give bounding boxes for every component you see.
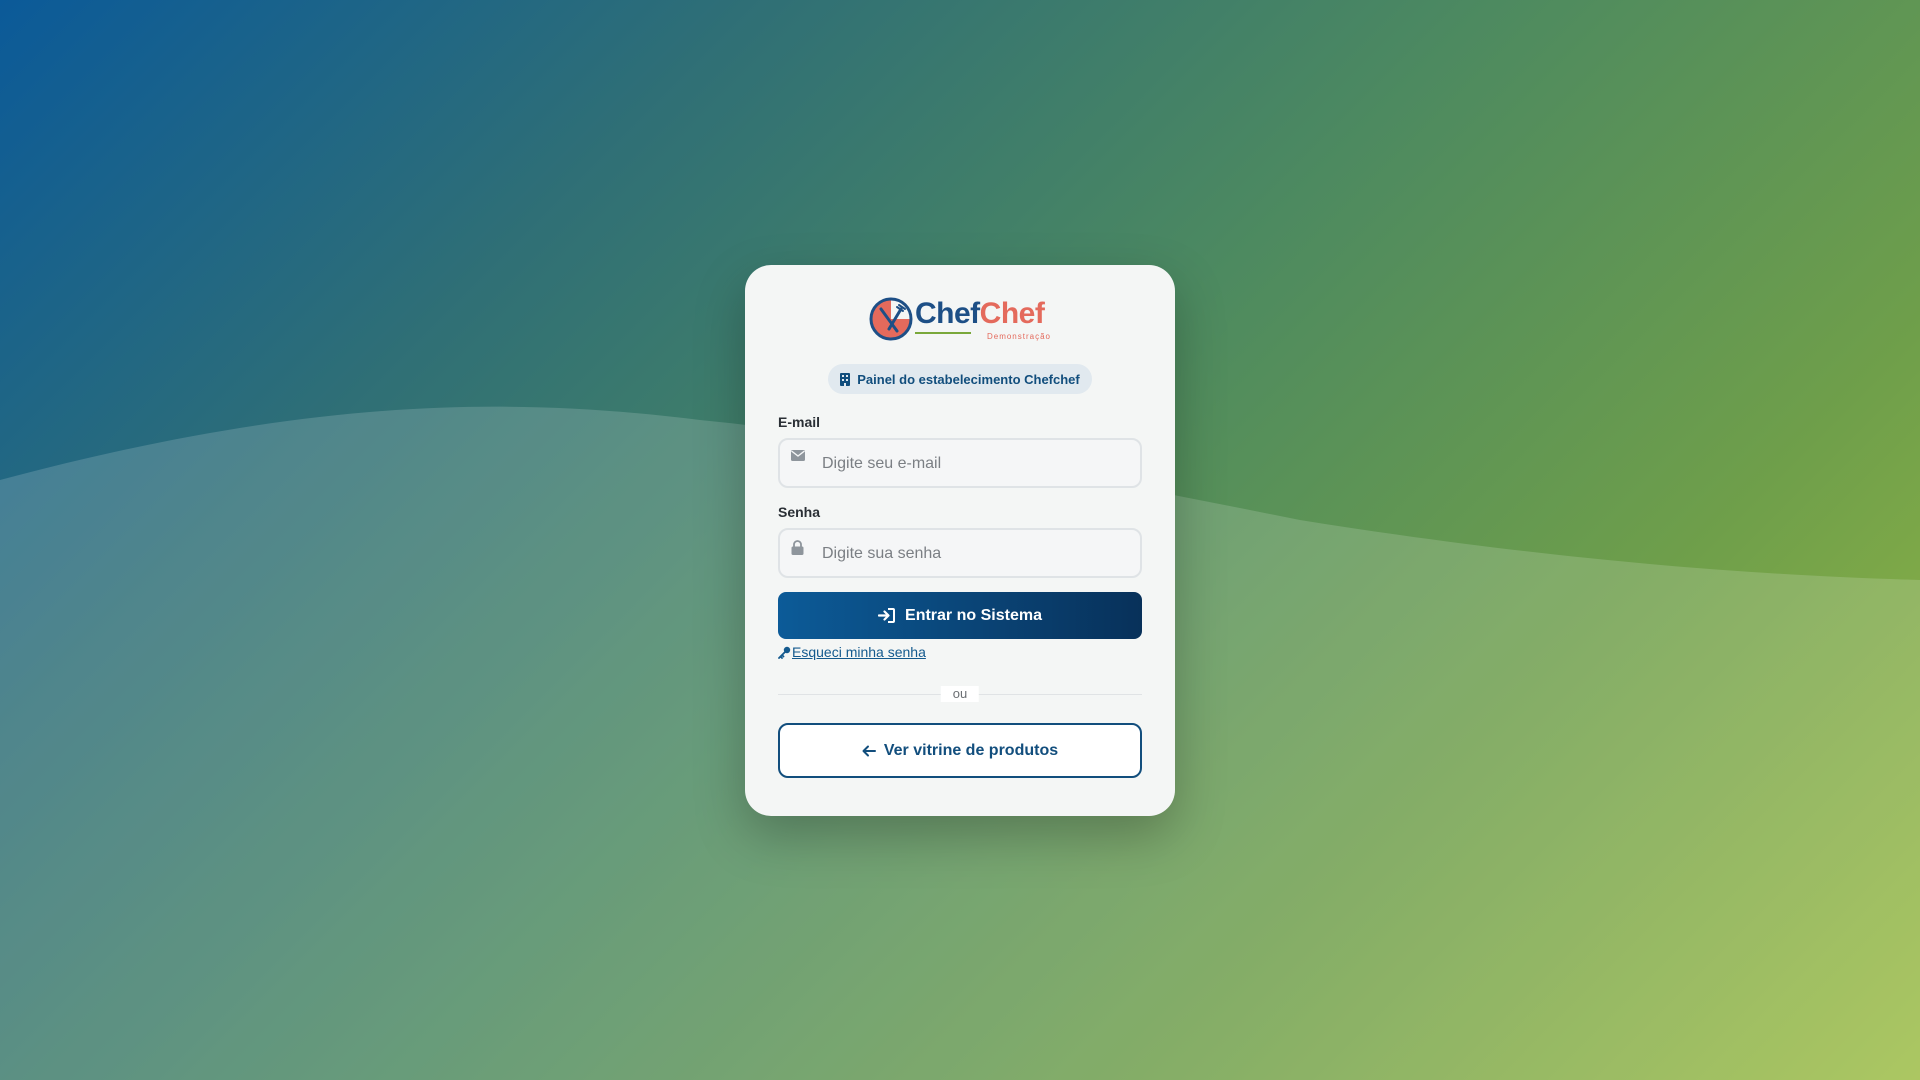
logo-subtitle: Demonstração	[986, 332, 1051, 341]
view-products-button[interactable]: Ver vitrine de produtos	[778, 723, 1142, 778]
password-label: Senha	[778, 504, 821, 520]
login-card: ChefChef Demonstração Painel do estabele…	[745, 265, 1175, 816]
logo-word-first: Chef	[915, 297, 980, 330]
email-field-wrapper	[778, 438, 1142, 488]
badge-label: Painel do estabelecimento Chefchef	[857, 371, 1080, 387]
email-input[interactable]	[820, 440, 1134, 488]
email-label: E-mail	[778, 414, 821, 430]
key-icon	[778, 646, 791, 659]
logo-wordmark: ChefChef Demonstração	[915, 297, 1051, 341]
login-submit-button[interactable]: Entrar no Sistema	[778, 592, 1142, 639]
logo-word-second: Chef	[979, 297, 1045, 330]
forgot-password-link[interactable]: Esqueci minha senha	[792, 644, 926, 660]
login-submit-label: Entrar no Sistema	[905, 606, 1042, 624]
chef-logo-icon	[869, 297, 913, 341]
view-products-label: Ver vitrine de produtos	[883, 741, 1059, 759]
lock-icon	[791, 540, 804, 555]
password-input[interactable]	[820, 530, 1134, 578]
divider-label: ou	[940, 686, 980, 702]
envelope-icon	[791, 450, 805, 461]
or-divider: ou	[778, 686, 1142, 702]
password-field-wrapper	[778, 528, 1142, 578]
establishment-badge: Painel do estabelecimento Chefchef	[828, 364, 1092, 394]
logo-underline	[915, 332, 971, 334]
forgot-password-row: Esqueci minha senha	[778, 644, 1142, 660]
arrow-left-icon	[862, 745, 876, 757]
sign-in-icon	[878, 608, 896, 623]
brand-logo: ChefChef Demonstração	[778, 294, 1142, 344]
building-icon	[840, 372, 851, 386]
